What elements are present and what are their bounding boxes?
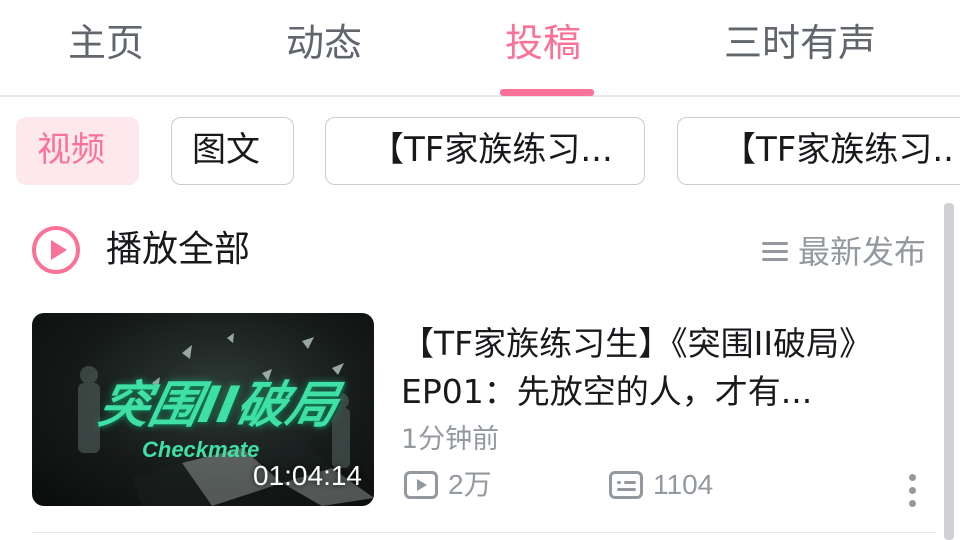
video-title[interactable]: 【TF家族练习生】《突围II破局》EP01：先放空的人，才有...: [401, 320, 931, 416]
top-tab-bar: 主页 动态 投稿 三时有声: [0, 0, 960, 97]
active-tab-indicator: [500, 89, 594, 96]
filter-chip-video[interactable]: 视频: [16, 117, 139, 185]
list-divider: [32, 532, 937, 533]
play-box-icon: [404, 471, 438, 499]
thumbnail-title-art: 突围II破局: [93, 376, 344, 434]
sort-label: 最新发布: [797, 233, 926, 271]
play-count: 2万: [448, 469, 492, 500]
filter-chip-label: 【TF家族练习...: [370, 130, 613, 170]
menu-lines-icon: [761, 241, 788, 263]
publish-time: 1分钟前: [401, 424, 500, 455]
tab-home[interactable]: 主页: [68, 18, 144, 68]
play-all-button[interactable]: 播放全部: [106, 226, 250, 274]
play-circle-icon[interactable]: [32, 226, 80, 274]
sort-button[interactable]: 最新发布: [761, 230, 926, 274]
tab-sanshi-sound[interactable]: 三时有声: [724, 18, 876, 68]
video-duration: 01:04:14: [253, 460, 362, 491]
danmaku-box-icon: [609, 471, 643, 499]
filter-chip-image-text[interactable]: 图文: [171, 117, 294, 185]
video-thumbnail[interactable]: 突围II破局 Checkmate 01:04:14: [32, 313, 374, 506]
filter-chip-collection-2[interactable]: 【TF家族练习..: [677, 117, 960, 185]
play-count-stat: 2万: [404, 466, 492, 504]
more-vertical-icon[interactable]: [905, 470, 919, 510]
thumbnail-subtitle-art: Checkmate: [142, 437, 260, 462]
tab-dynamics[interactable]: 动态: [286, 18, 362, 68]
scrollbar[interactable]: [944, 203, 954, 540]
filter-chip-label: 图文: [192, 130, 260, 170]
filter-chip-label: 视频: [37, 130, 105, 170]
danmaku-count-stat: 1104: [609, 466, 713, 504]
filter-chip-label: 【TF家族练习..: [722, 130, 954, 170]
filter-chip-collection-1[interactable]: 【TF家族练习...: [325, 117, 645, 185]
danmaku-count: 1104: [653, 469, 714, 500]
tab-submissions[interactable]: 投稿: [505, 18, 581, 68]
